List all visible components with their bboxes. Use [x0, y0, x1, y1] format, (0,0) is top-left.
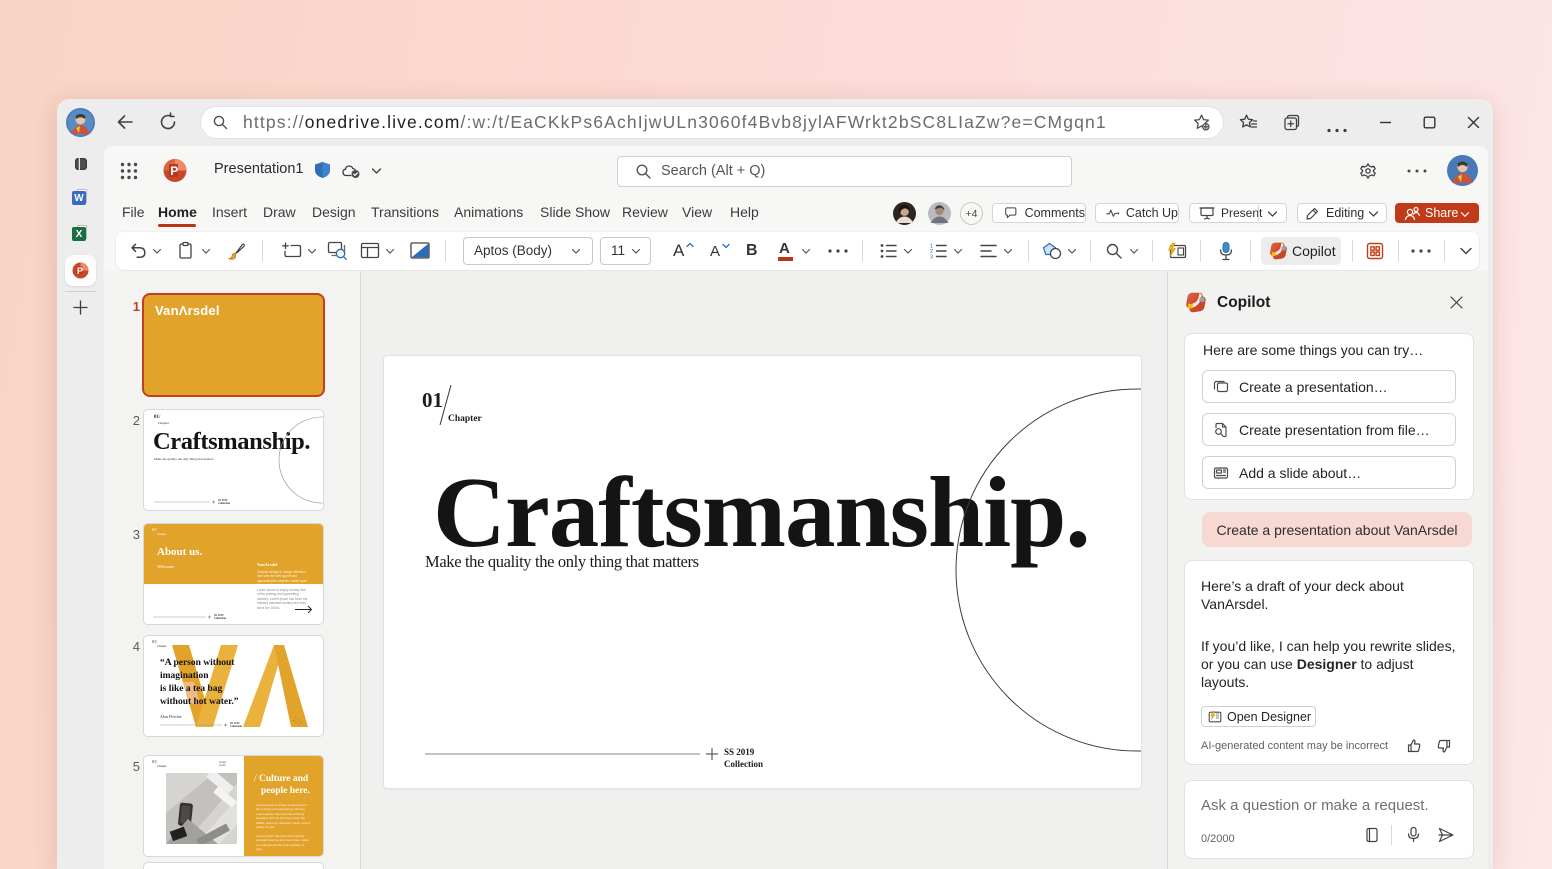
svg-text:P: P [170, 164, 178, 178]
svg-text:3: 3 [930, 255, 933, 261]
svg-text:P: P [77, 266, 83, 276]
